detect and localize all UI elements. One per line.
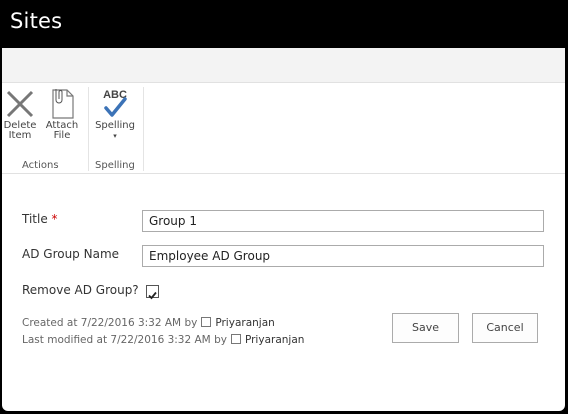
ad-group-name-input[interactable]: Employee AD Group <box>142 245 544 267</box>
delete-item-label-2: Item <box>8 130 32 141</box>
spelling-check-icon: ABC <box>92 87 138 121</box>
title-label-text: Title <box>22 212 48 226</box>
attach-file-icon <box>44 87 80 121</box>
title-label: Title * <box>22 212 58 226</box>
created-text: Created at 7/22/2016 3:32 AM by <box>22 317 198 329</box>
modified-info: Last modified at 7/22/2016 3:32 AM by Pri… <box>22 334 304 346</box>
spelling-group-label: Spelling <box>95 160 135 171</box>
ribbon-separator <box>88 87 89 171</box>
save-button[interactable]: Save <box>392 313 459 343</box>
title-input[interactable]: Group 1 <box>142 210 544 232</box>
ad-group-name-label: AD Group Name <box>22 247 120 261</box>
form-panel: Delete Item Attach File Actions ABC Spel… <box>2 48 565 411</box>
attach-file-label-2: File <box>53 130 71 141</box>
presence-icon <box>201 317 212 327</box>
modified-by-user[interactable]: Priyaranjan <box>245 334 304 346</box>
ribbon: Delete Item Attach File Actions ABC Spel… <box>2 83 565 174</box>
remove-ad-group-checkbox[interactable] <box>146 285 159 300</box>
ribbon-tab-bar <box>2 48 565 83</box>
attach-file-button[interactable]: Attach File <box>44 87 80 141</box>
created-by-user[interactable]: Priyaranjan <box>215 317 274 329</box>
spelling-label: Spelling <box>95 120 135 131</box>
created-info: Created at 7/22/2016 3:32 AM by Priyaranj… <box>22 317 275 329</box>
remove-ad-group-label: Remove AD Group? <box>22 283 139 297</box>
spelling-dropdown-icon: ▾ <box>113 132 117 140</box>
modified-text: Last modified at 7/22/2016 3:32 AM by <box>22 334 227 346</box>
spelling-button[interactable]: ABC Spelling ▾ <box>92 87 138 141</box>
presence-icon <box>230 334 241 344</box>
delete-x-icon <box>2 87 38 121</box>
checkmark-icon <box>148 291 157 300</box>
delete-item-button[interactable]: Delete Item <box>2 87 38 141</box>
actions-group-label: Actions <box>22 160 59 171</box>
cancel-button[interactable]: Cancel <box>472 313 538 343</box>
required-marker: * <box>51 212 58 226</box>
page-title: Sites <box>10 9 63 33</box>
ribbon-separator <box>143 87 144 171</box>
suite-header: Sites <box>0 0 568 48</box>
